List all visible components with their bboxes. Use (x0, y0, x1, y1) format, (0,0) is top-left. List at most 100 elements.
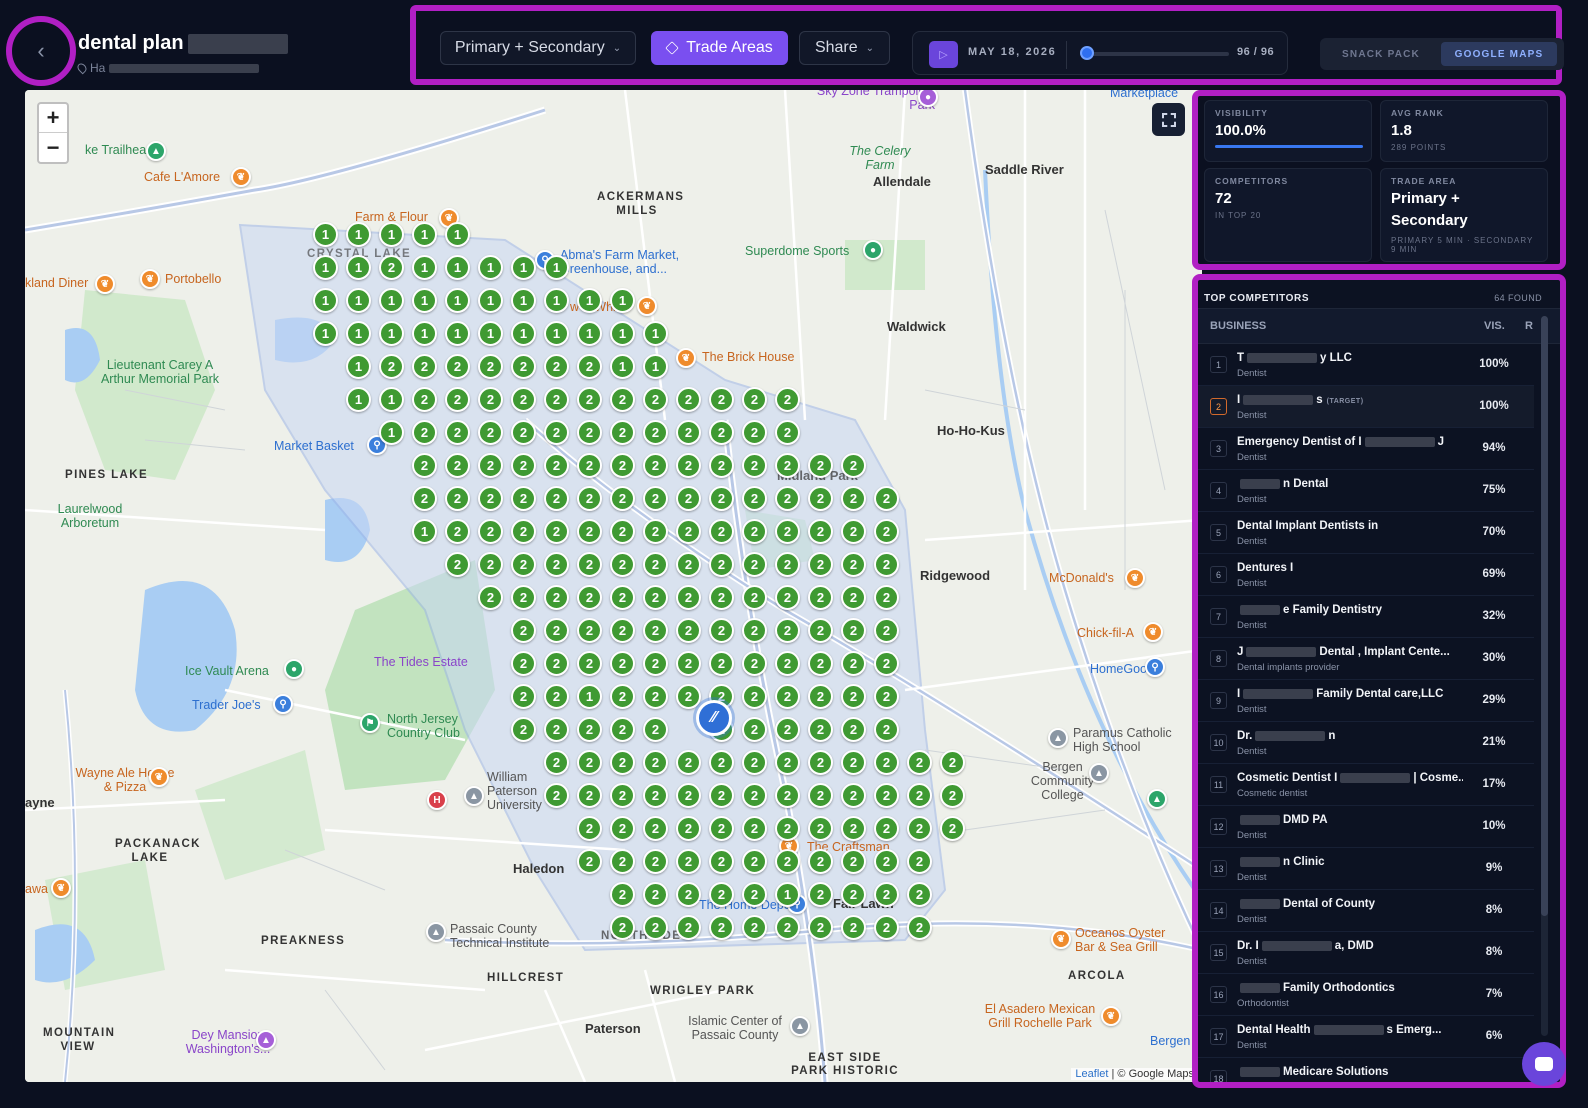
rank-marker[interactable]: 1 (544, 321, 569, 346)
rank-marker[interactable]: 2 (709, 486, 734, 511)
park-icon[interactable]: ▲ (1147, 789, 1167, 809)
rank-marker[interactable]: 2 (676, 882, 701, 907)
zoom-in-button[interactable]: + (39, 104, 67, 133)
column-business[interactable]: BUSINESS (1210, 320, 1266, 332)
rank-marker[interactable]: 1 (445, 222, 470, 247)
google-maps-tab[interactable]: GOOGLE MAPS (1441, 42, 1557, 66)
rank-marker[interactable]: 2 (841, 651, 866, 676)
rank-marker[interactable]: 2 (610, 585, 635, 610)
rank-marker[interactable]: 2 (808, 585, 833, 610)
rank-marker[interactable]: 2 (742, 651, 767, 676)
rank-marker[interactable]: 2 (742, 486, 767, 511)
rank-marker[interactable]: 2 (808, 453, 833, 478)
restaurant-icon[interactable]: ❦ (637, 296, 657, 316)
rank-marker[interactable]: 2 (808, 915, 833, 940)
museum-icon[interactable]: ▲ (256, 1030, 276, 1050)
rank-marker[interactable]: 2 (808, 552, 833, 577)
rank-marker[interactable]: 2 (742, 915, 767, 940)
rank-marker[interactable]: 1 (511, 288, 536, 313)
rank-marker[interactable]: 2 (445, 453, 470, 478)
rank-marker[interactable]: 2 (709, 882, 734, 907)
snack-pack-tab[interactable]: SNACK PACK (1326, 42, 1436, 66)
rank-marker[interactable]: 2 (742, 552, 767, 577)
table-row[interactable]: 18 Medicare Solutions (1198, 1058, 1534, 1082)
rank-marker[interactable]: 2 (577, 453, 602, 478)
rank-marker[interactable]: 1 (643, 354, 668, 379)
rank-marker[interactable]: 2 (610, 420, 635, 445)
rank-marker[interactable]: 2 (610, 519, 635, 544)
rank-marker[interactable]: 1 (478, 255, 503, 280)
rank-marker[interactable]: 2 (478, 585, 503, 610)
rank-marker[interactable]: 1 (412, 222, 437, 247)
rank-marker[interactable]: 2 (643, 651, 668, 676)
rank-marker[interactable]: 1 (610, 288, 635, 313)
rank-marker[interactable]: 1 (346, 321, 371, 346)
rank-marker[interactable]: 2 (643, 519, 668, 544)
rank-marker[interactable]: 2 (478, 420, 503, 445)
school-icon[interactable]: ▲ (1089, 763, 1109, 783)
rank-marker[interactable]: 2 (544, 684, 569, 709)
rank-marker[interactable]: 2 (445, 387, 470, 412)
rank-marker[interactable]: 2 (841, 585, 866, 610)
shopping-bag-icon[interactable]: ⚲ (1145, 657, 1165, 677)
timeline-slider-handle[interactable] (1080, 46, 1094, 60)
rank-marker[interactable]: 2 (874, 651, 899, 676)
rank-marker[interactable]: 2 (709, 816, 734, 841)
rank-marker[interactable]: 2 (478, 387, 503, 412)
rank-marker[interactable]: 2 (709, 585, 734, 610)
rank-marker[interactable]: 1 (313, 255, 338, 280)
rank-marker[interactable]: 2 (643, 849, 668, 874)
rank-marker[interactable]: 2 (643, 717, 668, 742)
rank-marker[interactable]: 2 (874, 552, 899, 577)
rank-marker[interactable]: 2 (874, 783, 899, 808)
rank-marker[interactable]: 1 (544, 255, 569, 280)
rank-marker[interactable]: 1 (478, 321, 503, 346)
rank-marker[interactable]: 2 (544, 618, 569, 643)
rank-marker[interactable]: 2 (412, 486, 437, 511)
rank-marker[interactable]: 2 (643, 387, 668, 412)
rank-map[interactable]: ke Trailhead Cafe L'Amore Farm & Flour P… (25, 90, 1202, 1082)
fullscreen-button[interactable] (1152, 103, 1185, 136)
rank-marker[interactable]: 2 (610, 783, 635, 808)
rank-marker[interactable]: 2 (643, 486, 668, 511)
rank-marker[interactable]: 2 (610, 552, 635, 577)
back-button[interactable]: ‹ (6, 16, 76, 86)
rank-marker[interactable]: 2 (841, 783, 866, 808)
rank-marker[interactable]: 1 (610, 321, 635, 346)
stadium-icon[interactable]: ● (863, 240, 883, 260)
rank-marker[interactable]: 1 (346, 288, 371, 313)
rank-marker[interactable]: 2 (577, 717, 602, 742)
table-row[interactable]: 13 n Clinic Dentist 9% (1198, 848, 1534, 890)
rank-marker[interactable]: 2 (709, 915, 734, 940)
rank-marker[interactable]: 1 (379, 222, 404, 247)
rank-marker[interactable]: 2 (643, 816, 668, 841)
rank-marker[interactable]: 2 (511, 552, 536, 577)
rank-marker[interactable]: 2 (742, 849, 767, 874)
rank-marker[interactable]: 1 (445, 255, 470, 280)
rank-marker[interactable]: 1 (346, 255, 371, 280)
rank-marker[interactable]: 2 (775, 849, 800, 874)
shopping-cart-icon[interactable]: ⚲ (273, 694, 293, 714)
rank-marker[interactable]: 2 (445, 519, 470, 544)
rank-marker[interactable]: 2 (808, 519, 833, 544)
rank-marker[interactable]: 2 (775, 453, 800, 478)
rank-marker[interactable]: 2 (676, 387, 701, 412)
rank-marker[interactable]: 2 (874, 750, 899, 775)
rank-marker[interactable]: 2 (775, 420, 800, 445)
rank-marker[interactable]: 2 (742, 882, 767, 907)
rank-marker[interactable]: 2 (709, 849, 734, 874)
rank-marker[interactable]: 2 (709, 618, 734, 643)
restaurant-icon[interactable]: ❦ (231, 167, 251, 187)
rank-marker[interactable]: 2 (643, 453, 668, 478)
park-icon[interactable]: ▲ (146, 141, 166, 161)
rank-marker[interactable]: 2 (610, 750, 635, 775)
rank-marker[interactable]: 1 (445, 288, 470, 313)
rank-marker[interactable]: 1 (379, 288, 404, 313)
rank-marker[interactable]: 2 (544, 783, 569, 808)
leaflet-link[interactable]: Leaflet (1075, 1068, 1108, 1080)
rank-marker[interactable]: 2 (709, 750, 734, 775)
rank-marker[interactable]: 2 (676, 585, 701, 610)
restaurant-icon[interactable]: ❦ (51, 878, 71, 898)
table-row[interactable]: 6 Dentures I Dentist 69% (1198, 554, 1534, 596)
rank-marker[interactable]: 2 (577, 552, 602, 577)
